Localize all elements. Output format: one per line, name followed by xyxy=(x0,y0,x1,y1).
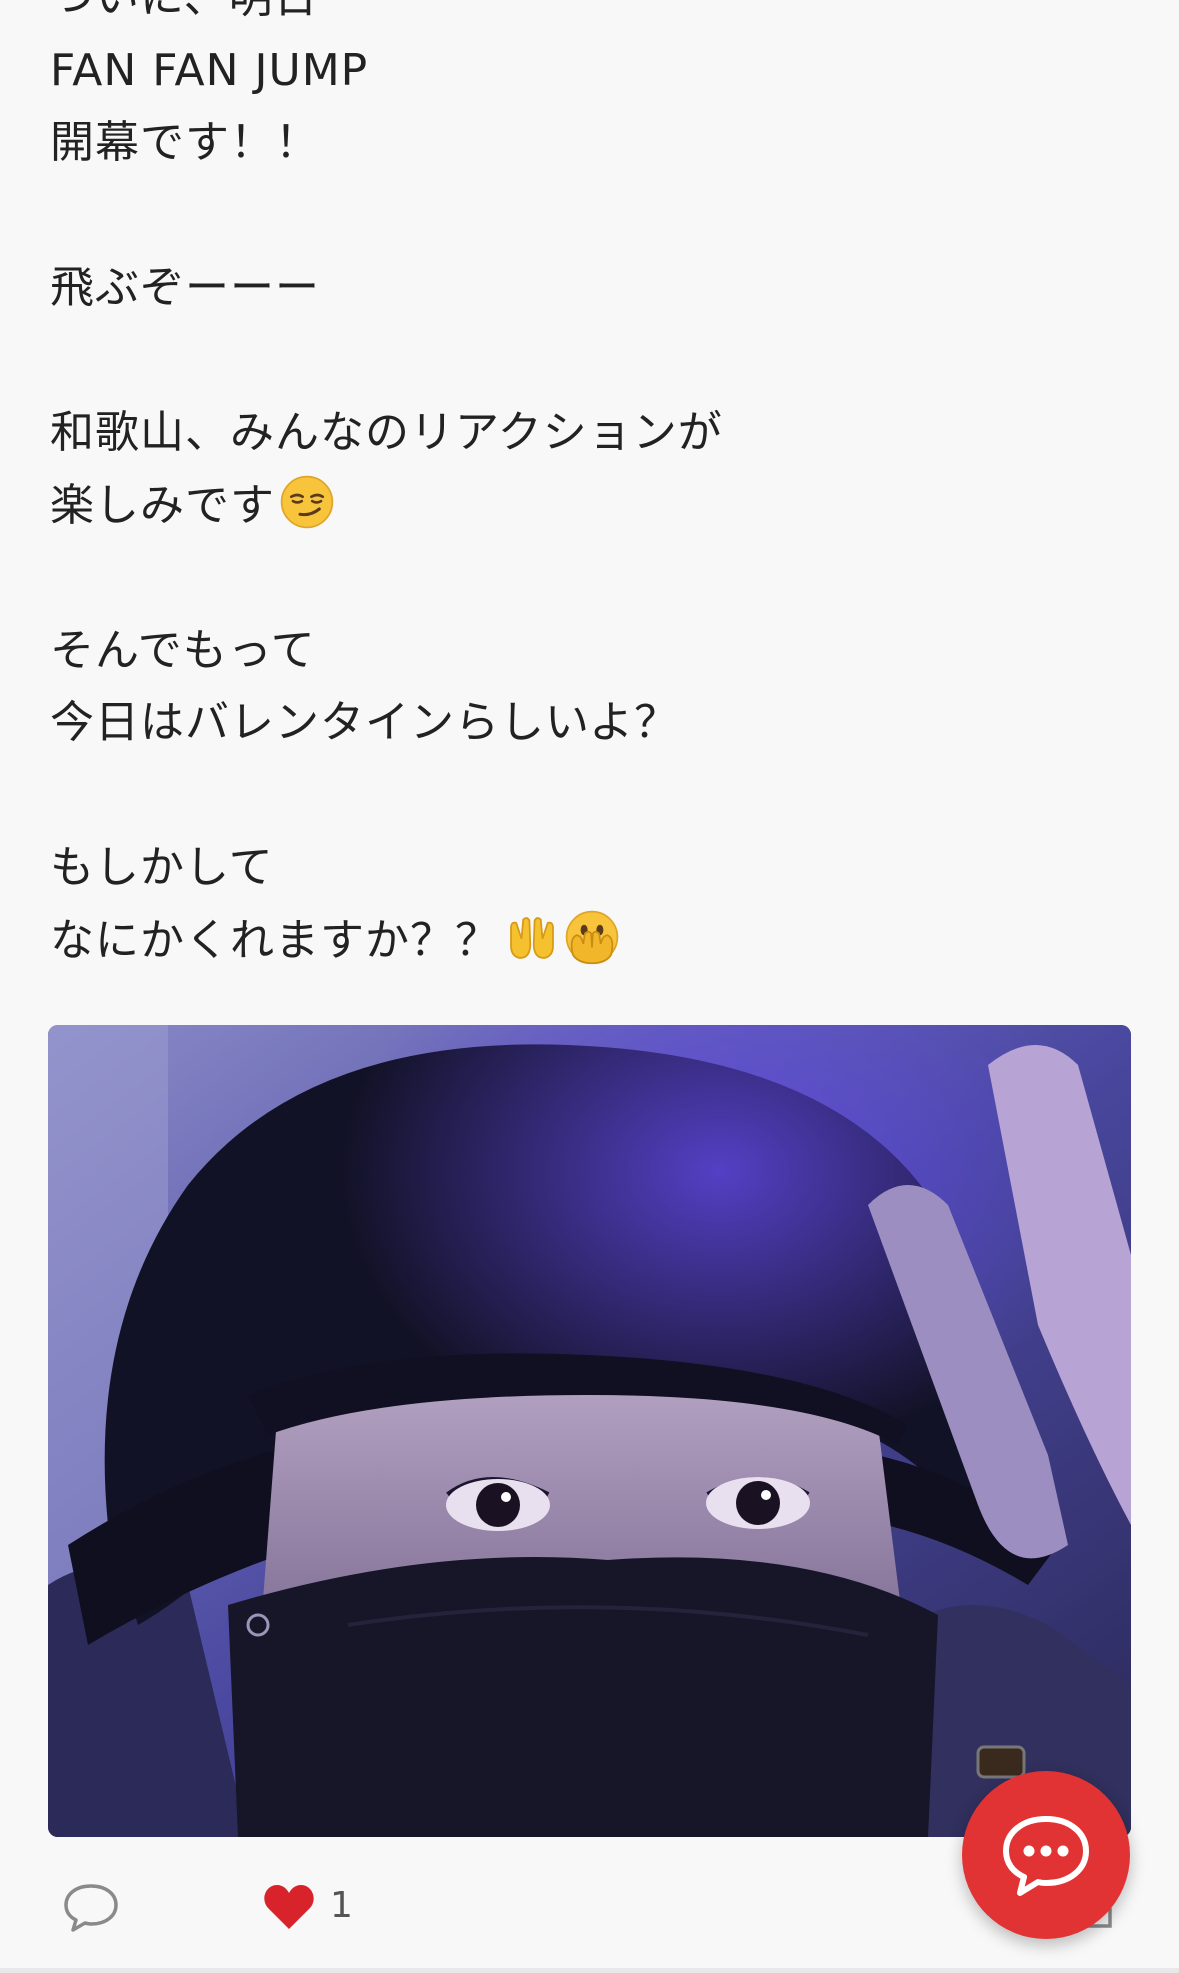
post-line-text: なにかくれますか？？ xyxy=(50,914,500,966)
heart-icon[interactable] xyxy=(262,1882,316,1932)
post-line-with-emoji: 楽しみです xyxy=(50,470,1130,543)
face-with-hand-over-mouth-emoji-icon xyxy=(565,910,619,964)
post-line-text: 楽しみです xyxy=(50,479,275,531)
post-line: FAN FAN JUMP xyxy=(50,44,369,96)
post-line xyxy=(50,542,1130,615)
blog-post-page: ついに、明日 FAN FAN JUMP 開幕です！！ 飛ぶぞーーー 和歌山、みん… xyxy=(0,0,1179,1973)
post-line: 開幕です！！ xyxy=(50,117,320,168)
post-line xyxy=(50,180,1130,253)
chat-dots-icon xyxy=(1003,1816,1089,1896)
post-line: 今日はバレンタインらしいよ？ xyxy=(50,697,680,748)
bottom-divider xyxy=(0,1968,1179,1973)
post-line: もしかして xyxy=(50,842,274,893)
post-line xyxy=(50,760,1130,833)
smirking-face-emoji-icon xyxy=(280,475,334,528)
like-count: 1 xyxy=(330,1885,353,1926)
post-line xyxy=(50,325,1130,398)
palms-up-together-emoji-icon xyxy=(510,916,554,959)
post-line: そんでもって xyxy=(50,624,316,676)
post-line: 飛ぶぞーーー xyxy=(50,262,320,313)
post-body-text: ついに、明日 FAN FAN JUMP 開幕です！！ 飛ぶぞーーー 和歌山、みん… xyxy=(50,0,1130,977)
selfie-photo-image xyxy=(48,1025,1131,1837)
speech-bubble-icon[interactable] xyxy=(62,1880,120,1934)
post-line: ついに、明日 xyxy=(50,0,1130,35)
chat-fab-button[interactable] xyxy=(962,1771,1130,1939)
post-line: 和歌山、みんなのリアクションが xyxy=(50,407,723,458)
post-line-with-emoji: なにかくれますか？？ xyxy=(50,905,1130,978)
post-photo[interactable] xyxy=(48,1025,1131,1837)
